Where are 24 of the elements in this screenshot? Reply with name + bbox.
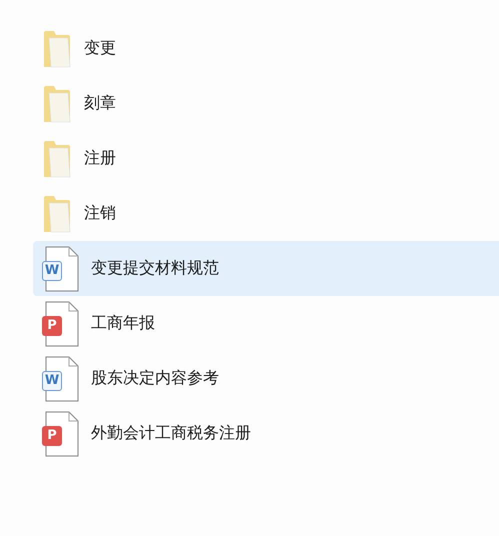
- folder-icon: [42, 28, 72, 68]
- file-row[interactable]: 注册: [33, 131, 499, 186]
- file-name: 股东决定内容参考: [91, 368, 219, 389]
- file-row[interactable]: W 股东决定内容参考: [33, 351, 499, 406]
- file-name: 注销: [84, 203, 116, 224]
- folder-icon: [42, 138, 72, 178]
- file-name: 刻章: [84, 93, 116, 114]
- pdf-badge: P: [42, 316, 62, 336]
- file-row[interactable]: 刻章: [33, 76, 499, 131]
- file-name: 注册: [84, 148, 116, 169]
- file-row[interactable]: P 工商年报: [33, 296, 499, 351]
- file-name: 外勤会计工商税务注册: [91, 423, 251, 444]
- folder-icon: [42, 84, 72, 124]
- file-name: 变更提交材料规范: [91, 258, 219, 279]
- file-name: 工商年报: [91, 313, 155, 334]
- file-row[interactable]: P 外勤会计工商税务注册: [33, 406, 499, 461]
- file-row[interactable]: W 变更提交材料规范: [33, 241, 499, 296]
- word-badge: W: [42, 260, 62, 280]
- folder-icon: [42, 194, 72, 234]
- file-row[interactable]: 变更: [33, 21, 499, 76]
- word-badge: W: [42, 370, 62, 390]
- file-row[interactable]: 注销: [33, 186, 499, 241]
- pdf-badge: P: [42, 426, 62, 446]
- file-name: 变更: [84, 38, 116, 59]
